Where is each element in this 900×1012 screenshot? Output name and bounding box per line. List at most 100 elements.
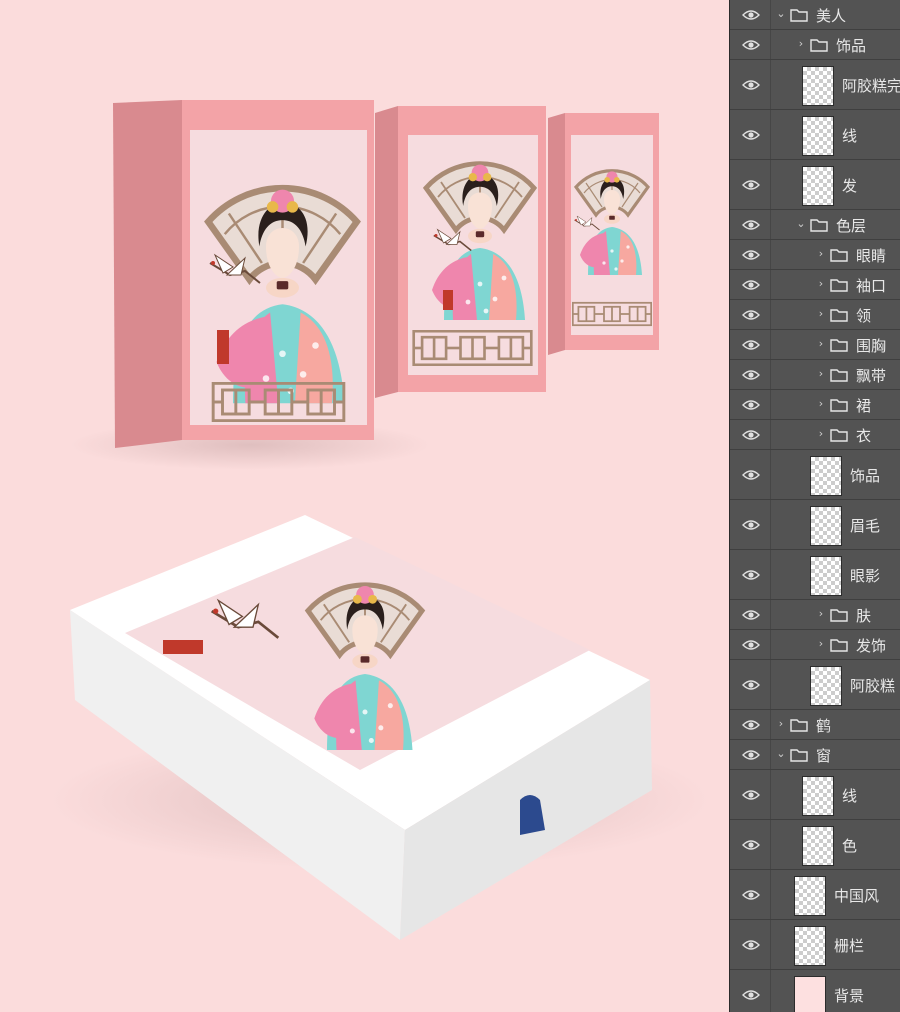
chevron-right-icon[interactable]: › <box>816 308 826 319</box>
visibility-eye-icon[interactable] <box>742 9 760 21</box>
visibility-eye-icon[interactable] <box>742 429 760 441</box>
layer-name: 飘带 <box>856 367 887 385</box>
chevron-down-icon[interactable]: ⌄ <box>776 748 786 759</box>
visibility-eye-icon[interactable] <box>742 309 760 321</box>
visibility-eye-icon[interactable] <box>742 279 760 291</box>
visibility-eye-icon[interactable] <box>742 609 760 621</box>
chevron-down-icon[interactable]: ⌄ <box>796 218 806 229</box>
visibility-eye-icon[interactable] <box>742 519 760 531</box>
layer-row[interactable]: › 肤 <box>730 600 900 630</box>
layer-row[interactable]: › 眼睛 <box>730 240 900 270</box>
layer-row[interactable]: ⌄ 美人 <box>730 0 900 30</box>
folder-icon <box>830 609 848 622</box>
chevron-down-icon[interactable]: ⌄ <box>776 8 786 19</box>
layers-panel: ⌄ 美人 › 饰品 阿胶糕完线发 ⌄ 色层 › 眼睛 › 袖口 › 领 › 围胸 › 飘带 › 裙 › 衣饰品 眉毛 眼影 ›… <box>729 0 900 1012</box>
layer-row[interactable]: › 飘带 <box>730 360 900 390</box>
layer-row[interactable]: › 鹤 <box>730 710 900 740</box>
visibility-eye-icon[interactable] <box>742 469 760 481</box>
chevron-right-icon[interactable]: › <box>816 638 826 649</box>
layer-row[interactable]: › 围胸 <box>730 330 900 360</box>
row-divider <box>770 450 771 499</box>
layer-thumbnail <box>810 556 842 596</box>
layer-row[interactable]: 饰品 <box>730 450 900 500</box>
layer-name: 背景 <box>834 987 865 1005</box>
visibility-eye-icon[interactable] <box>742 839 760 851</box>
chevron-right-icon[interactable]: › <box>776 718 786 729</box>
visibility-eye-icon[interactable] <box>742 939 760 951</box>
folder-icon <box>810 39 828 52</box>
row-divider <box>770 710 771 739</box>
box-small-middle <box>375 106 546 398</box>
visibility-eye-icon[interactable] <box>742 789 760 801</box>
layer-row[interactable]: 眉毛 <box>730 500 900 550</box>
visibility-eye-icon[interactable] <box>742 79 760 91</box>
layer-row[interactable]: 背景 <box>730 970 900 1012</box>
row-divider <box>770 820 771 869</box>
visibility-eye-icon[interactable] <box>742 679 760 691</box>
layer-name: 美人 <box>816 7 847 25</box>
folder-icon <box>830 279 848 292</box>
visibility-eye-icon[interactable] <box>742 399 760 411</box>
layer-name: 线 <box>842 787 858 805</box>
layer-row[interactable]: › 袖口 <box>730 270 900 300</box>
box-small-right <box>548 113 659 355</box>
row-divider <box>770 920 771 969</box>
chevron-right-icon[interactable]: › <box>816 278 826 289</box>
visibility-eye-icon[interactable] <box>742 639 760 651</box>
visibility-eye-icon[interactable] <box>742 129 760 141</box>
chevron-right-icon[interactable]: › <box>816 398 826 409</box>
chevron-right-icon[interactable]: › <box>796 38 806 49</box>
visibility-eye-icon[interactable] <box>742 39 760 51</box>
layer-row[interactable]: 发 <box>730 160 900 210</box>
row-divider <box>770 360 771 389</box>
layer-row[interactable]: › 饰品 <box>730 30 900 60</box>
visibility-eye-icon[interactable] <box>742 989 760 1001</box>
visibility-eye-icon[interactable] <box>742 179 760 191</box>
box-tall-left <box>113 100 374 448</box>
layer-row[interactable]: 阿胶糕 <box>730 660 900 710</box>
row-divider <box>770 110 771 159</box>
layer-name: 发 <box>842 177 858 195</box>
folder-icon <box>830 429 848 442</box>
visibility-eye-icon[interactable] <box>742 219 760 231</box>
layer-row[interactable]: 线 <box>730 770 900 820</box>
layer-row[interactable]: ⌄ 色层 <box>730 210 900 240</box>
row-divider <box>770 500 771 549</box>
chevron-right-icon[interactable]: › <box>816 338 826 349</box>
layer-row[interactable]: ⌄ 窗 <box>730 740 900 770</box>
layer-row[interactable]: 色 <box>730 820 900 870</box>
visibility-eye-icon[interactable] <box>742 339 760 351</box>
layer-row[interactable]: 中国风 <box>730 870 900 920</box>
row-divider <box>770 630 771 659</box>
chevron-right-icon[interactable]: › <box>816 248 826 259</box>
layer-row[interactable]: › 领 <box>730 300 900 330</box>
visibility-eye-icon[interactable] <box>742 889 760 901</box>
row-divider <box>770 240 771 269</box>
layer-row[interactable]: 阿胶糕完 <box>730 60 900 110</box>
visibility-eye-icon[interactable] <box>742 249 760 261</box>
layer-thumbnail <box>794 926 826 966</box>
folder-icon <box>830 639 848 652</box>
layer-row[interactable]: › 发饰 <box>730 630 900 660</box>
layer-row[interactable]: 线 <box>730 110 900 160</box>
layer-name: 领 <box>856 307 872 325</box>
row-divider <box>770 420 771 449</box>
chevron-right-icon[interactable]: › <box>816 368 826 379</box>
visibility-eye-icon[interactable] <box>742 569 760 581</box>
packaging-mockup <box>50 100 710 940</box>
layer-name: 袖口 <box>856 277 887 295</box>
layer-thumbnail <box>802 116 834 156</box>
layer-row[interactable]: 栅栏 <box>730 920 900 970</box>
layer-row[interactable]: 眼影 <box>730 550 900 600</box>
layer-thumbnail <box>794 976 826 1012</box>
layer-name: 眉毛 <box>850 517 881 535</box>
layer-row[interactable]: › 衣 <box>730 420 900 450</box>
visibility-eye-icon[interactable] <box>742 719 760 731</box>
layer-row[interactable]: › 裙 <box>730 390 900 420</box>
visibility-eye-icon[interactable] <box>742 749 760 761</box>
layer-name: 色层 <box>836 217 867 235</box>
layer-thumbnail <box>810 506 842 546</box>
visibility-eye-icon[interactable] <box>742 369 760 381</box>
chevron-right-icon[interactable]: › <box>816 608 826 619</box>
chevron-right-icon[interactable]: › <box>816 428 826 439</box>
